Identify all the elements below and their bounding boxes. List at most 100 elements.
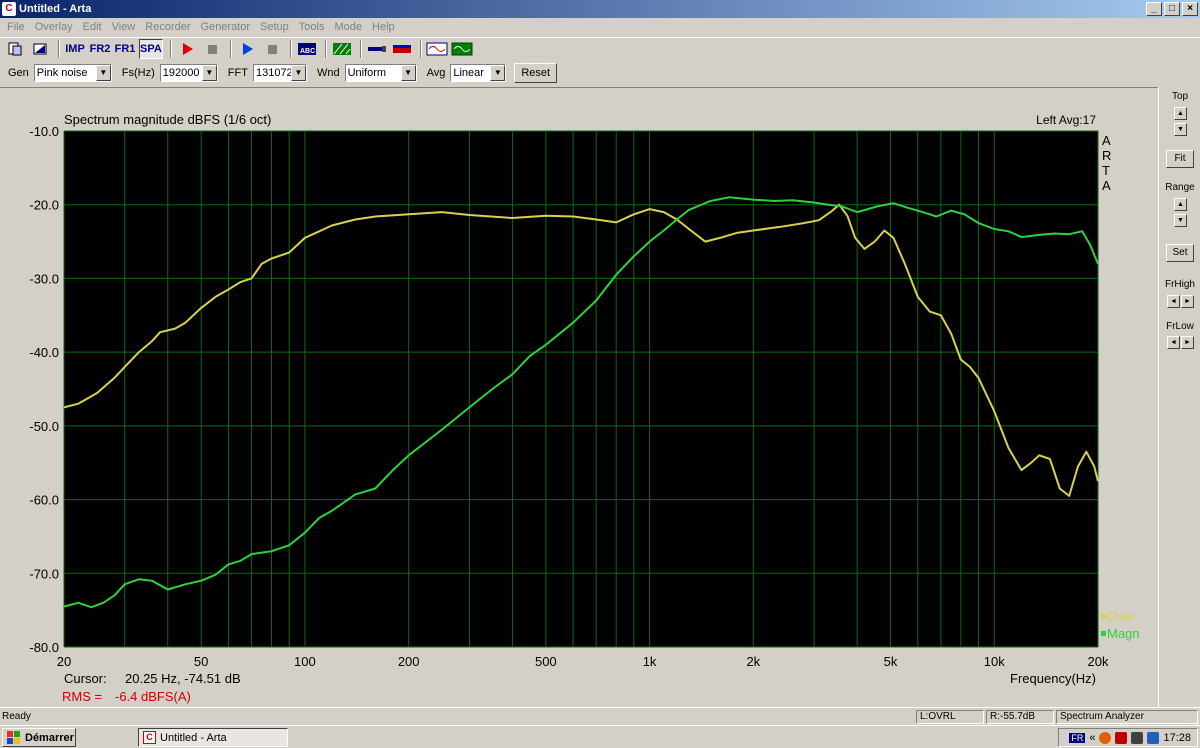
arta-app-icon[interactable]: C xyxy=(2,2,16,16)
play-icon[interactable] xyxy=(236,39,258,59)
tray-app-icon[interactable] xyxy=(1099,731,1112,744)
toolbar-separator xyxy=(324,39,327,58)
top-label: Top xyxy=(1171,91,1189,102)
x-tick-label: 10k xyxy=(984,654,1005,669)
window-label: Wnd xyxy=(316,67,340,79)
arta-watermark-a1: A xyxy=(1102,133,1111,148)
x-tick-label: 20k xyxy=(1088,654,1109,669)
y-tick-label: -60.0 xyxy=(29,493,59,508)
status-ready: Ready xyxy=(2,711,31,722)
tray-security-icon[interactable] xyxy=(1115,731,1128,744)
range-down-arrow-icon[interactable]: ▼ xyxy=(1174,214,1187,227)
arta-app-icon: C xyxy=(143,731,156,744)
grid-pattern-icon[interactable] xyxy=(331,39,353,59)
top-up-arrow-icon[interactable]: ▲ xyxy=(1174,107,1187,120)
frhigh-label: FrHigh xyxy=(1164,279,1195,290)
stop-icon[interactable] xyxy=(261,39,283,59)
top-down-arrow-icon[interactable]: ▼ xyxy=(1174,123,1187,136)
fft-size-select[interactable]: 131072 ▼ xyxy=(252,64,307,82)
generator-value: Pink noise xyxy=(36,67,88,79)
record-play-icon[interactable] xyxy=(176,39,198,59)
menu-help[interactable]: Help xyxy=(367,21,400,33)
menu-file[interactable]: File xyxy=(2,21,30,33)
legend: Over Magn xyxy=(1101,609,1140,641)
new-file-icon[interactable] xyxy=(4,39,26,59)
fs-label: Fs(Hz) xyxy=(121,67,155,79)
arta-watermark-a2: A xyxy=(1102,178,1111,193)
start-button[interactable]: Démarrer xyxy=(2,728,76,747)
generator-select[interactable]: Pink noise ▼ xyxy=(33,64,112,82)
spa-mode-button[interactable]: SPA xyxy=(139,38,163,59)
scope-wave-icon[interactable] xyxy=(451,39,473,59)
rms-label: RMS = xyxy=(62,689,102,704)
title-bar: C Untitled - Arta _ □ × xyxy=(0,0,1200,18)
averaging-select[interactable]: Linear ▼ xyxy=(450,64,507,82)
toolbar-separator xyxy=(359,39,362,58)
menu-edit[interactable]: Edit xyxy=(78,21,107,33)
y-tick-label: -20.0 xyxy=(29,198,59,213)
fr1-mode-button[interactable]: FR1 xyxy=(114,39,136,59)
x-tick-label: 500 xyxy=(535,654,557,669)
probe-icon[interactable] xyxy=(366,39,388,59)
chevron-down-icon[interactable]: ▼ xyxy=(201,65,217,81)
windows-logo-icon xyxy=(7,730,20,744)
menu-view[interactable]: View xyxy=(107,21,141,33)
clock: 17:28 xyxy=(1163,731,1191,744)
reset-button[interactable]: Reset xyxy=(514,63,558,83)
menu-setup[interactable]: Setup xyxy=(255,21,294,33)
open-file-icon[interactable] xyxy=(29,39,51,59)
meter-icon[interactable] xyxy=(391,39,413,59)
range-up-arrow-icon[interactable]: ▲ xyxy=(1174,198,1187,211)
control-bar: Gen Pink noise ▼ Fs(Hz) 192000 ▼ FFT 131… xyxy=(0,61,1200,85)
cursor-label: Cursor: xyxy=(64,671,107,686)
record-stop-icon[interactable] xyxy=(201,39,223,59)
menu-recorder[interactable]: Recorder xyxy=(140,21,195,33)
averaging-value: Linear xyxy=(453,67,484,79)
frhigh-left-arrow-icon[interactable]: ◄ xyxy=(1167,295,1180,308)
tray-network-icon[interactable] xyxy=(1147,731,1160,744)
toolbar-separator xyxy=(58,39,60,58)
toolbar-separator xyxy=(289,39,292,58)
menu-generator[interactable]: Generator xyxy=(196,21,256,33)
language-indicator[interactable]: FR xyxy=(1069,732,1086,743)
start-label: Démarrer xyxy=(25,731,74,744)
y-tick-label: -50.0 xyxy=(29,419,59,434)
spectrum-chart[interactable]: Spectrum magnitude dBFS (1/6 oct) Left A… xyxy=(0,88,1158,708)
plot-area[interactable] xyxy=(64,131,1098,647)
frlow-left-arrow-icon[interactable]: ◄ xyxy=(1167,336,1180,349)
label-abc-icon[interactable]: ABC xyxy=(296,39,318,59)
chevron-down-icon[interactable]: ▼ xyxy=(490,65,506,81)
menu-overlay[interactable]: Overlay xyxy=(30,21,78,33)
legend-label-magn: Magn xyxy=(1107,626,1140,641)
signal-wave-icon[interactable] xyxy=(426,39,448,59)
close-button[interactable]: × xyxy=(1182,2,1198,16)
menu-mode[interactable]: Mode xyxy=(329,21,367,33)
fr2-mode-button[interactable]: FR2 xyxy=(89,39,111,59)
status-mode: Spectrum Analyzer xyxy=(1056,710,1198,724)
impulse-mode-button[interactable]: IMP xyxy=(64,39,86,59)
chevron-down-icon[interactable]: ▼ xyxy=(95,65,111,81)
set-button[interactable]: Set xyxy=(1166,244,1194,262)
tray-speaker-icon[interactable] xyxy=(1131,731,1144,744)
chevron-down-icon[interactable]: ▼ xyxy=(400,65,416,81)
taskbar-item-label: Untitled - Arta xyxy=(160,731,227,744)
samplerate-select[interactable]: 192000 ▼ xyxy=(159,64,218,82)
fit-button[interactable]: Fit xyxy=(1166,150,1194,168)
taskbar-item-arta[interactable]: C Untitled - Arta xyxy=(138,728,288,747)
x-axis-labels: 20 50 100 200 500 1k 2k 5k 10k 20k xyxy=(57,654,1109,669)
chevron-down-icon[interactable]: ▼ xyxy=(290,65,306,81)
toolbar-separator xyxy=(419,39,422,58)
avg-label: Avg xyxy=(426,67,446,79)
maximize-button[interactable]: □ xyxy=(1164,2,1180,16)
x-tick-label: 1k xyxy=(643,654,657,669)
window-select[interactable]: Uniform ▼ xyxy=(344,64,417,82)
range-label: Range xyxy=(1165,182,1195,193)
menu-tools[interactable]: Tools xyxy=(294,21,330,33)
status-right-level: R:-55.7dB xyxy=(986,710,1054,724)
frlow-right-arrow-icon[interactable]: ► xyxy=(1181,336,1194,349)
tray-expand-chevron[interactable]: « xyxy=(1089,732,1095,744)
x-tick-label: 50 xyxy=(194,654,208,669)
taskbar: Démarrer C Untitled - Arta FR « 17:28 xyxy=(0,725,1200,748)
minimize-button[interactable]: _ xyxy=(1146,2,1162,16)
frhigh-right-arrow-icon[interactable]: ► xyxy=(1181,295,1194,308)
